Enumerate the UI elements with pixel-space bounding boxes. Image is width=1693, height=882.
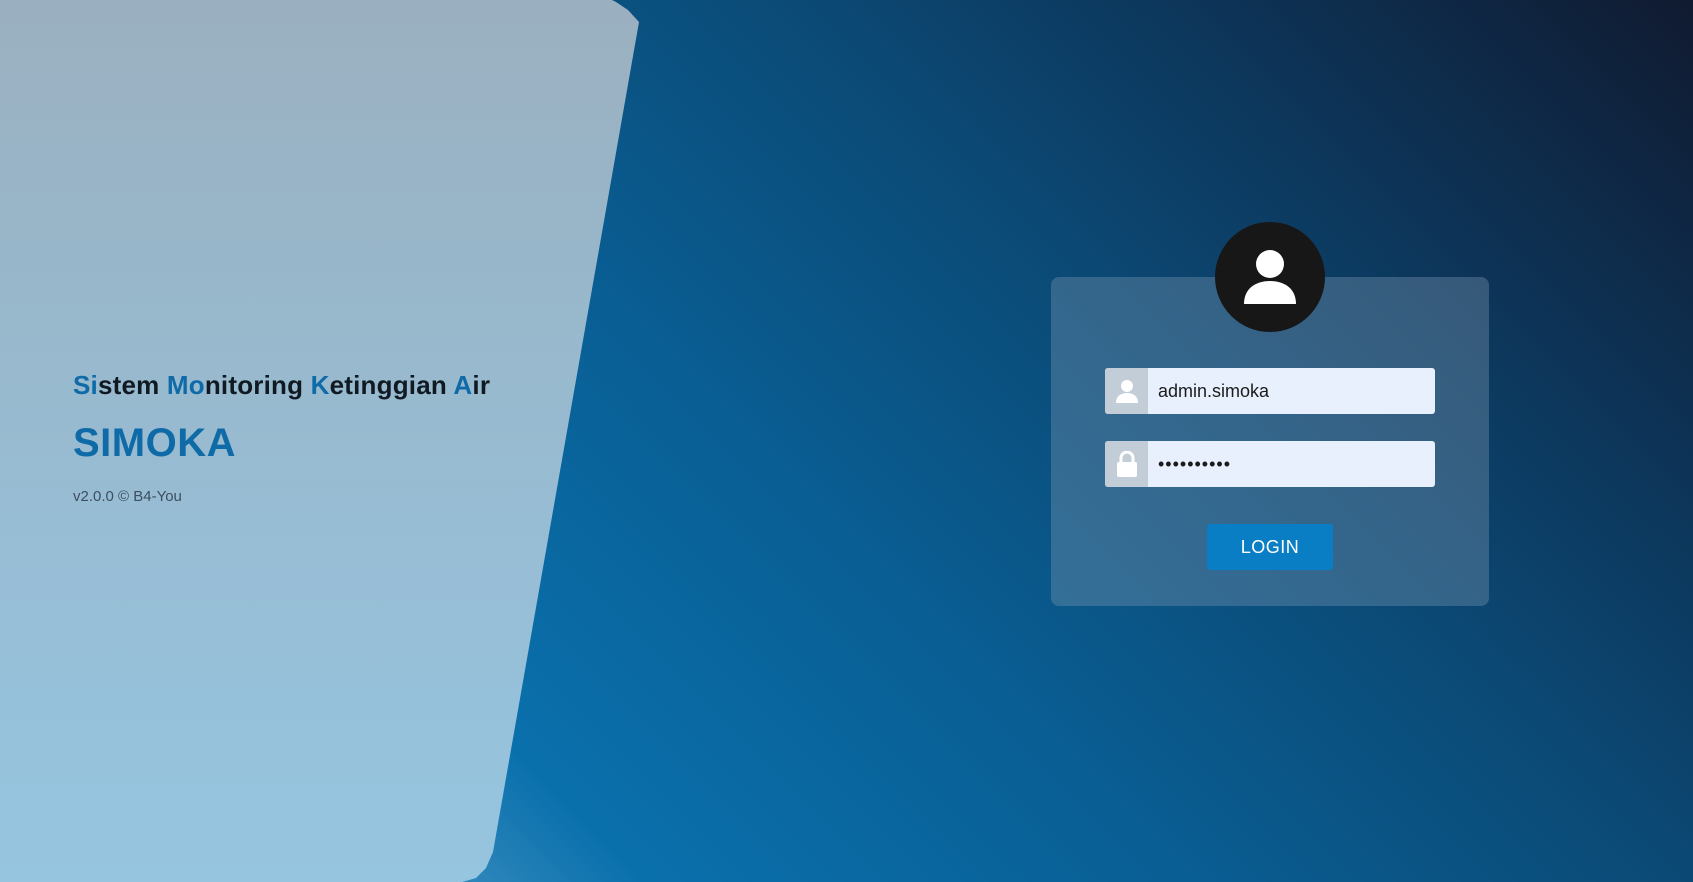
tagline-part: ir: [472, 370, 491, 400]
version-text: v2.0.0 © B4-You: [73, 488, 182, 505]
avatar: [1215, 222, 1325, 332]
login-button[interactable]: LOGIN: [1207, 524, 1333, 570]
username-input[interactable]: [1148, 368, 1435, 414]
password-input[interactable]: [1148, 441, 1435, 487]
tagline-part: etinggian: [329, 370, 454, 400]
tagline-part: stem: [97, 370, 167, 400]
tagline-part: Mo: [166, 370, 205, 400]
tagline-part: Si: [73, 370, 98, 400]
tagline-part: nitoring: [204, 370, 311, 400]
tagline-part: A: [453, 370, 473, 400]
username-field: [1105, 368, 1435, 414]
lock-icon: [1105, 441, 1148, 487]
app-title: SIMOKA: [73, 421, 236, 465]
tagline-part: K: [310, 370, 330, 400]
user-icon: [1105, 368, 1148, 414]
password-field: [1105, 441, 1435, 487]
app-tagline: Sistem Monitoring Ketinggian Air: [73, 370, 490, 401]
user-icon: [1244, 250, 1296, 304]
brand-block: Sistem Monitoring Ketinggian Air SIMOKA …: [73, 370, 490, 505]
